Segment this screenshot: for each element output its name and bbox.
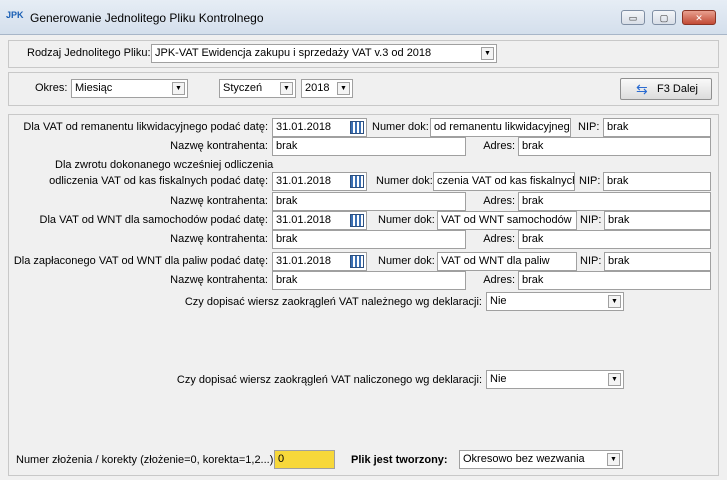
chevron-down-icon: ▼ [280, 82, 293, 95]
window-title: Generowanie Jednolitego Pliku Kontrolneg… [30, 11, 264, 25]
next-button-label: F3 Dalej [657, 83, 698, 95]
address-input[interactable]: brak [518, 230, 711, 249]
contractor-label: Nazwę kontrahenta: [170, 233, 268, 245]
app-icon: JPK [6, 10, 24, 20]
calendar-icon[interactable] [350, 121, 364, 134]
address-label: Adres: [483, 195, 515, 207]
doc-number-input[interactable]: VAT od WNT dla paliw [437, 252, 577, 271]
created-label: Plik jest tworzony: [351, 454, 448, 466]
file-type-select[interactable]: JPK-VAT Ewidencja zakupu i sprzedaży VAT… [151, 44, 497, 63]
maximize-button[interactable]: ▢ [652, 10, 676, 25]
rounding-due-label: Czy dopisać wiersz zaokrągleń VAT należn… [184, 296, 482, 308]
rounding-due-select[interactable]: Nie ▼ [486, 292, 624, 311]
doc-number-input[interactable]: czenia VAT od kas fiskalnych [433, 172, 575, 191]
doc-number-input[interactable]: VAT od WNT samochodów [437, 211, 577, 230]
title-bar: JPK Generowanie Jednolitego Pliku Kontro… [0, 0, 727, 35]
contractor-input[interactable]: brak [272, 192, 466, 211]
month-value: Styczeń [223, 82, 263, 94]
doc-number-input[interactable]: od remanentu likwidacyjnego [430, 118, 571, 137]
address-label: Adres: [483, 140, 515, 152]
calendar-icon[interactable] [350, 214, 364, 227]
date-value: 31.01.2018 [276, 175, 332, 187]
rounding-input-label: Czy dopisać wiersz zaokrągleń VAT nalicz… [176, 374, 482, 386]
date-input[interactable]: 31.01.2018 [272, 211, 367, 230]
address-input[interactable]: brak [518, 137, 711, 156]
created-value: Okresowo bez wezwania [463, 453, 585, 465]
date-input[interactable]: 31.01.2018 [272, 172, 367, 191]
nip-input[interactable]: brak [604, 211, 711, 230]
period-select[interactable]: Miesiąc ▼ [71, 79, 188, 98]
nip-input[interactable]: brak [603, 118, 711, 137]
nip-label: NIP: [578, 121, 600, 133]
chevron-down-icon: ▼ [607, 453, 620, 466]
nip-label: NIP: [579, 175, 601, 187]
rounding-due-value: Nie [490, 295, 507, 307]
month-select[interactable]: Styczeń ▼ [219, 79, 296, 98]
nip-input[interactable]: brak [604, 252, 711, 271]
contractor-input[interactable]: brak [272, 230, 466, 249]
date-label: Dla zapłaconego VAT od WNT dla paliw pod… [13, 255, 268, 267]
created-select[interactable]: Okresowo bez wezwania ▼ [459, 450, 623, 469]
contractor-input[interactable]: brak [272, 137, 466, 156]
address-label: Adres: [483, 233, 515, 245]
date-input[interactable]: 31.01.2018 [272, 252, 367, 271]
minimize-button[interactable]: ▭ [621, 10, 645, 25]
file-type-value: JPK-VAT Ewidencja zakupu i sprzedaży VAT… [155, 47, 432, 59]
chevron-down-icon: ▼ [337, 82, 350, 95]
date-label: Dla VAT od WNT dla samochodów podać datę… [39, 214, 268, 226]
next-button[interactable]: ⇆ F3 Dalej [620, 78, 712, 100]
chevron-down-icon: ▼ [481, 47, 494, 60]
contractor-input[interactable]: brak [272, 271, 466, 290]
date-value: 31.01.2018 [276, 255, 332, 267]
address-label: Adres: [483, 274, 515, 286]
date-label-line1: Dla zwrotu dokonanego wcześniej odliczen… [55, 159, 274, 171]
rounding-input-value: Nie [490, 373, 507, 385]
year-select[interactable]: 2018 ▼ [301, 79, 353, 98]
chevron-down-icon: ▼ [172, 82, 185, 95]
calendar-icon[interactable] [350, 255, 364, 268]
chevron-down-icon: ▼ [608, 373, 621, 386]
chevron-down-icon: ▼ [608, 295, 621, 308]
rounding-input-select[interactable]: Nie ▼ [486, 370, 624, 389]
doc-number-label: Numer dok: [376, 175, 433, 187]
year-value: 2018 [305, 82, 330, 94]
period-value: Miesiąc [75, 82, 113, 94]
date-label: odliczenia VAT od kas fiskalnych podać d… [49, 175, 268, 187]
calendar-icon[interactable] [350, 175, 364, 188]
date-label: Dla VAT od remanentu likwidacyjnego poda… [23, 121, 268, 133]
nip-input[interactable]: brak [603, 172, 711, 191]
period-label: Okres: [35, 82, 68, 94]
date-value: 31.01.2018 [276, 214, 332, 226]
date-value: 31.01.2018 [276, 121, 332, 133]
file-type-label: Rodzaj Jednolitego Pliku: [27, 47, 151, 59]
close-button[interactable]: ✕ [682, 10, 716, 25]
contractor-label: Nazwę kontrahenta: [170, 140, 268, 152]
arrows-icon: ⇆ [636, 81, 648, 97]
address-input[interactable]: brak [518, 271, 711, 290]
contractor-label: Nazwę kontrahenta: [170, 274, 268, 286]
doc-number-label: Numer dok: [378, 214, 435, 226]
submission-label: Numer złożenia / korekty (złożenie=0, ko… [16, 454, 274, 466]
nip-label: NIP: [580, 255, 602, 267]
doc-number-label: Numer dok: [372, 121, 429, 133]
address-input[interactable]: brak [518, 192, 711, 211]
nip-label: NIP: [580, 214, 602, 226]
doc-number-label: Numer dok: [378, 255, 435, 267]
submission-input[interactable]: 0 [274, 450, 335, 469]
date-input[interactable]: 31.01.2018 [272, 118, 367, 137]
contractor-label: Nazwę kontrahenta: [170, 195, 268, 207]
